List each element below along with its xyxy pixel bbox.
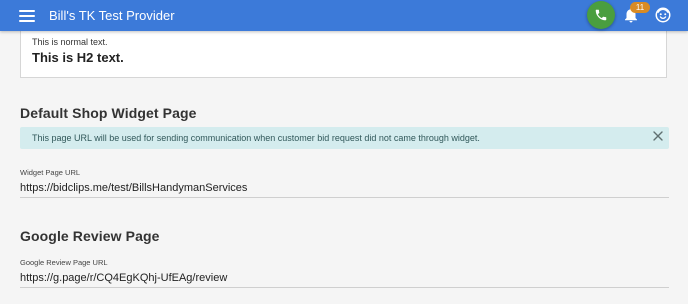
widget-url-underline <box>20 197 669 198</box>
normal-text-sample: This is normal text. <box>32 37 108 47</box>
review-url-input[interactable]: https://g.page/r/CQ4EgKQhj-UfEAg/review <box>20 272 227 284</box>
face-icon <box>655 7 671 23</box>
app-title: Bill's TK Test Provider <box>49 8 175 23</box>
h2-text-sample: This is H2 text. <box>32 50 124 65</box>
text-preview-box: This is normal text. This is H2 text. <box>20 27 667 78</box>
call-button[interactable] <box>587 1 615 29</box>
menu-icon[interactable] <box>19 9 35 22</box>
top-app-bar: Bill's TK Test Provider 11 <box>0 0 688 31</box>
account-button[interactable] <box>654 6 672 24</box>
review-section-title: Google Review Page <box>20 228 160 244</box>
info-alert: This page URL will be used for sending c… <box>20 127 669 149</box>
settings-content: This is normal text. This is H2 text. De… <box>0 27 688 304</box>
review-url-label: Google Review Page URL <box>20 258 108 267</box>
notification-count-badge: 11 <box>630 2 650 13</box>
widget-section-title: Default Shop Widget Page <box>20 105 197 121</box>
review-url-underline <box>20 287 669 288</box>
widget-url-input[interactable]: https://bidclips.me/test/BillsHandymanSe… <box>20 182 247 194</box>
info-alert-text: This page URL will be used for sending c… <box>32 133 480 143</box>
close-icon[interactable] <box>653 131 663 141</box>
phone-icon <box>595 9 607 21</box>
widget-url-label: Widget Page URL <box>20 168 81 177</box>
